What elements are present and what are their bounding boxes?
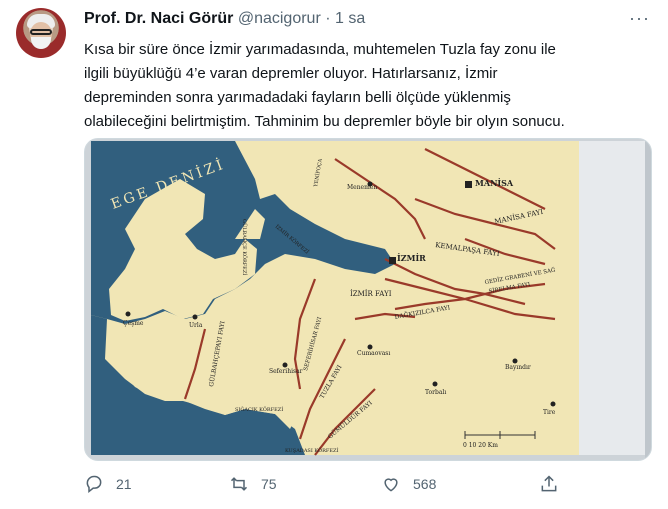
tweet-timestamp[interactable]: 1 sa	[335, 10, 365, 27]
map-label-manisa: MANİSA	[475, 178, 514, 188]
map-label-cesme: Çeşme	[123, 320, 144, 327]
reply-icon	[86, 475, 102, 494]
retweet-button[interactable]: 75	[229, 474, 277, 494]
tweet-text-line: olabileceğini belirtmiştim. Tahminim bu …	[84, 113, 565, 130]
author-handle[interactable]: @nacigorur	[238, 10, 321, 27]
share-button[interactable]	[539, 474, 559, 494]
retweet-count: 75	[261, 476, 277, 492]
tweet-header: Prof. Dr. Naci Görür @nacigorur · 1 sa	[84, 10, 365, 28]
tweet-text-line: Kısa bir süre önce İzmir yarımadasında, …	[84, 41, 556, 58]
tweet-text: Kısa bir süre önce İzmir yarımadasında, …	[84, 38, 644, 134]
header-separator: ·	[325, 10, 331, 27]
reply-count: 21	[116, 476, 132, 492]
fault-map: EGE DENİZİ MANİSA MANİSA FAYI Menemen KE…	[85, 139, 651, 460]
map-label-izmir: İZMİR	[397, 253, 426, 263]
map-scale-label: 0 10 20 Km	[463, 442, 498, 449]
tweet-media-image[interactable]: EGE DENİZİ MANİSA MANİSA FAYI Menemen KE…	[84, 138, 652, 461]
avatar-beard	[31, 37, 51, 49]
map-label-urla: Urla	[189, 322, 203, 329]
map-label-tire: Tire	[543, 409, 556, 416]
map-label-cumaovasi: Cumaovası	[357, 350, 390, 357]
map-label-menemen: Menemen	[347, 184, 377, 191]
map-label-izmir-fayi: İZMİR FAYI	[350, 289, 392, 298]
map-label-torbali: Torbalı	[425, 389, 446, 396]
tweet-text-line: depreminden sonra yarımadadaki fayların …	[84, 89, 511, 106]
avatar-glasses	[30, 29, 52, 35]
map-label-seferihisar: Seferihisar	[269, 368, 303, 375]
like-count: 568	[413, 476, 437, 492]
author-avatar[interactable]	[16, 8, 66, 58]
tweet-text-line: ilgili büyüklüğü 4’e varan depremler olu…	[84, 65, 498, 82]
like-button[interactable]: 568	[381, 474, 436, 494]
heart-icon	[384, 478, 398, 492]
map-label-gulbahce: GÜLBAHÇE KÖRFEZİ	[241, 219, 248, 275]
retweet-icon	[230, 477, 248, 491]
tweet-actions: 21 75 568	[84, 474, 644, 498]
reply-button[interactable]: 21	[84, 474, 132, 494]
share-icon	[541, 475, 557, 492]
map-label-kusadasi: KUŞADASI KÖRFEZİ	[285, 447, 338, 454]
author-name[interactable]: Prof. Dr. Naci Görür	[84, 10, 233, 27]
more-options-icon[interactable]: ···	[629, 8, 650, 29]
map-label-bayindir: Bayındır	[505, 364, 531, 371]
map-label-sigacik: SIĞACIK KÖRFEZİ	[235, 405, 283, 413]
